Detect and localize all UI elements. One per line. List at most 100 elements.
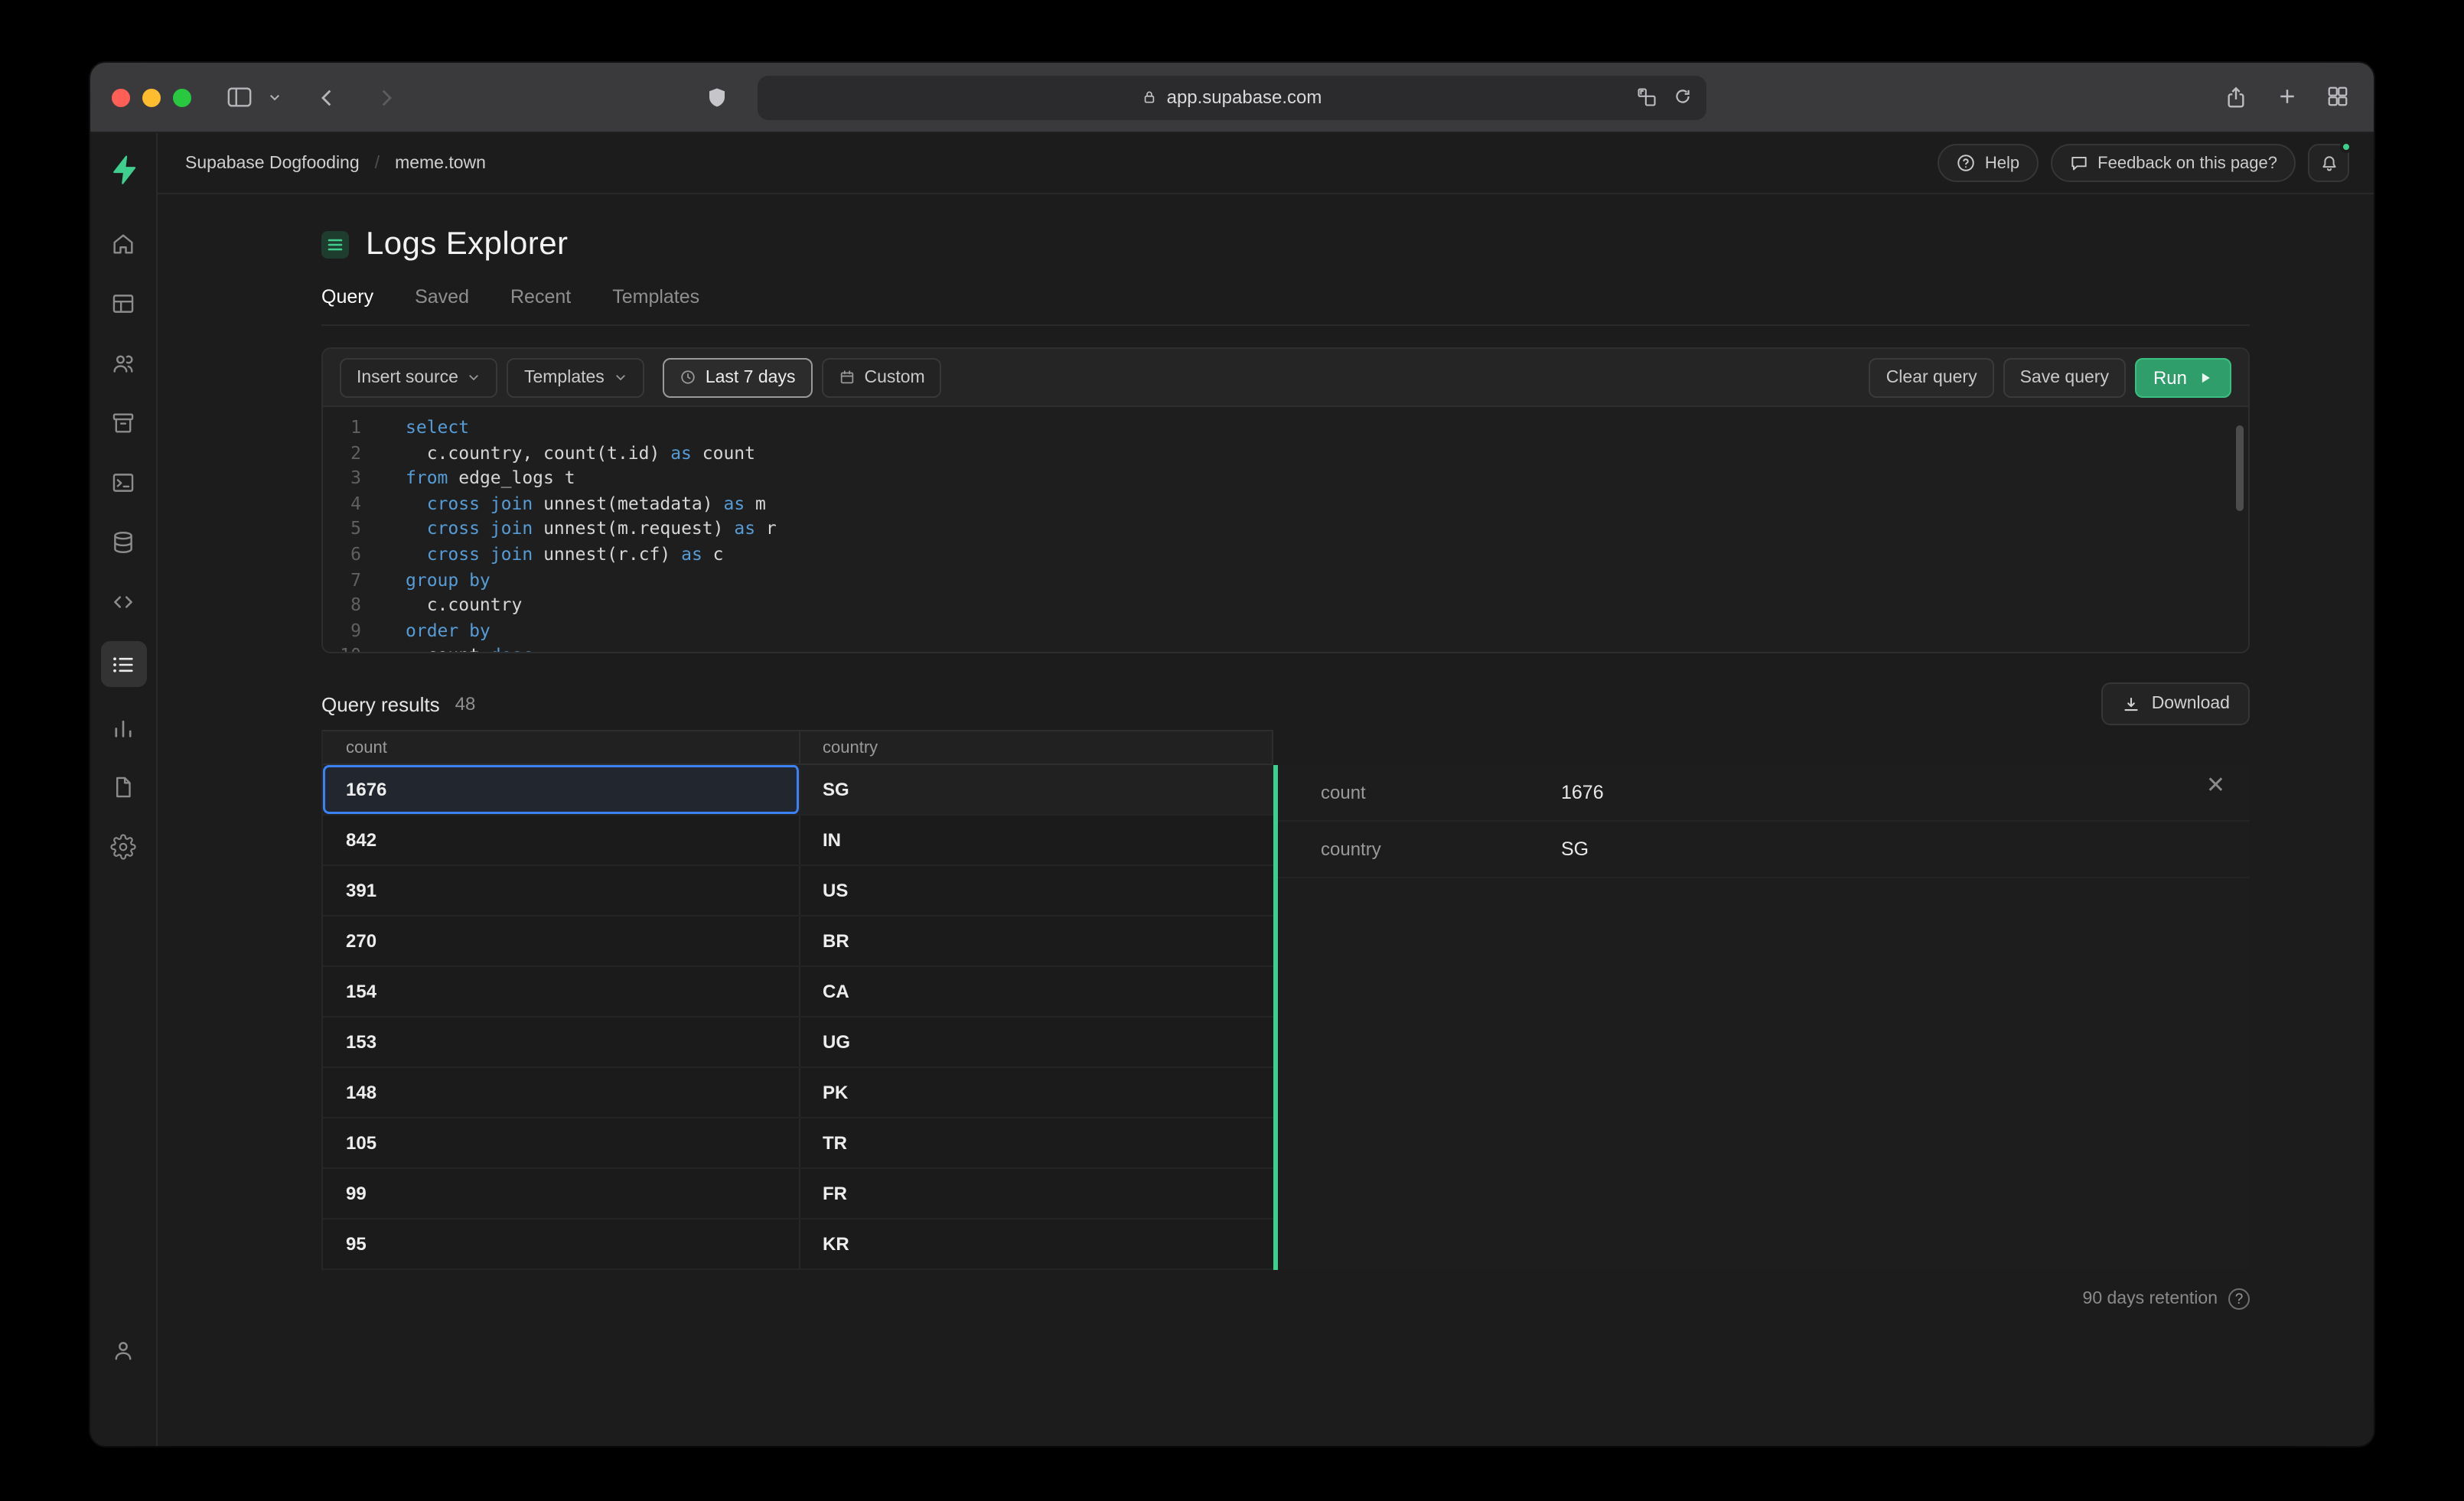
line-number: 7	[350, 568, 361, 591]
retention-help-icon[interactable]: ?	[2228, 1288, 2250, 1310]
table-row[interactable]: 99 FR	[323, 1169, 1273, 1219]
sidebar-item-logs[interactable]	[100, 641, 146, 687]
cell-country[interactable]: PK	[800, 1068, 1273, 1117]
cell-country[interactable]: IN	[800, 816, 1273, 864]
privacy-shield-icon[interactable]	[706, 84, 728, 110]
cell-count[interactable]: 391	[323, 866, 800, 915]
feedback-label: Feedback on this page?	[2097, 154, 2277, 172]
code-line: cross join unnest(metadata) as m	[426, 492, 766, 514]
sidebar-item-settings[interactable]	[103, 826, 143, 866]
tab-recent[interactable]: Recent	[510, 286, 571, 308]
back-button[interactable]	[311, 80, 344, 114]
tab-overview-icon[interactable]	[2326, 84, 2349, 110]
tab-templates[interactable]: Templates	[612, 286, 699, 308]
table-row[interactable]: 842 IN	[323, 816, 1273, 866]
sidebar-item-functions[interactable]	[103, 581, 143, 621]
query-editor-card: Insert source Templates Last 7 days Cust…	[321, 347, 2250, 653]
notification-dot	[2340, 141, 2352, 153]
help-button[interactable]: Help	[1937, 144, 2039, 182]
close-window-button[interactable]	[112, 88, 130, 106]
breadcrumb-project[interactable]: meme.town	[395, 154, 486, 172]
sidebar-item-auth[interactable]	[103, 343, 143, 383]
download-label: Download	[2151, 695, 2230, 713]
cell-count[interactable]: 842	[323, 816, 800, 864]
cell-count[interactable]: 154	[323, 967, 800, 1016]
zoom-window-button[interactable]	[173, 88, 191, 106]
table-row[interactable]: 154 CA	[323, 967, 1273, 1017]
insert-source-button[interactable]: Insert source	[340, 357, 498, 397]
column-header-country[interactable]: country	[800, 731, 1273, 764]
account-icon[interactable]	[103, 1330, 143, 1369]
cell-count[interactable]: 270	[323, 917, 800, 965]
address-bar[interactable]: app.supabase.com	[758, 75, 1706, 119]
cell-count[interactable]: 148	[323, 1068, 800, 1117]
sidebar-item-api-docs[interactable]	[103, 767, 143, 806]
reload-icon[interactable]	[1673, 86, 1693, 108]
cell-country[interactable]: TR	[800, 1118, 1273, 1167]
cell-count[interactable]: 1676	[323, 765, 800, 814]
line-number: 9	[350, 619, 361, 641]
cell-country[interactable]: CA	[800, 967, 1273, 1016]
app-header: Supabase Dogfooding / meme.town Help Fee…	[158, 133, 2374, 194]
sidebar-item-table-editor[interactable]	[103, 283, 143, 323]
close-icon[interactable]: ✕	[2206, 774, 2225, 797]
table-row[interactable]: 153 UG	[323, 1017, 1273, 1068]
line-number: 5	[350, 517, 361, 539]
save-query-button[interactable]: Save query	[2003, 357, 2126, 397]
cell-country[interactable]: KR	[800, 1219, 1273, 1268]
cell-country[interactable]: UG	[800, 1017, 1273, 1066]
cell-count[interactable]: 105	[323, 1118, 800, 1167]
breadcrumb-org[interactable]: Supabase Dogfooding	[185, 154, 360, 172]
cell-count[interactable]: 95	[323, 1219, 800, 1268]
editor-scrollbar[interactable]	[2236, 425, 2244, 511]
table-row[interactable]: 1676 SG	[323, 765, 1273, 816]
sidebar-toggle-icon[interactable]	[222, 81, 257, 113]
line-number: 2	[350, 441, 361, 464]
last-7-days-button[interactable]: Last 7 days	[662, 357, 813, 397]
cell-country[interactable]: US	[800, 866, 1273, 915]
feedback-button[interactable]: Feedback on this page?	[2050, 144, 2296, 182]
new-tab-icon[interactable]	[2276, 84, 2299, 110]
sidebar-item-database[interactable]	[103, 522, 143, 562]
sidebar-item-reports[interactable]	[103, 707, 143, 747]
translate-icon[interactable]	[1636, 86, 1657, 108]
sidebar-item-storage[interactable]	[103, 402, 143, 442]
table-row[interactable]: 95 KR	[323, 1219, 1273, 1270]
custom-range-button[interactable]: Custom	[821, 357, 942, 397]
table-row[interactable]: 391 US	[323, 866, 1273, 917]
tab-saved[interactable]: Saved	[415, 286, 469, 308]
clear-query-label: Clear query	[1885, 368, 1977, 386]
tab-query[interactable]: Query	[321, 286, 373, 308]
clear-query-button[interactable]: Clear query	[1869, 357, 1994, 397]
share-icon[interactable]	[2224, 84, 2248, 110]
line-number: 8	[350, 594, 361, 616]
sidebar-item-home[interactable]	[103, 223, 143, 263]
cell-country[interactable]: SG	[800, 765, 1273, 814]
minimize-window-button[interactable]	[142, 88, 161, 106]
cell-country[interactable]: BR	[800, 917, 1273, 965]
table-row[interactable]: 270 BR	[323, 917, 1273, 967]
bell-icon	[2318, 152, 2339, 174]
forward-button[interactable]	[369, 80, 403, 114]
templates-button[interactable]: Templates	[507, 357, 644, 397]
cell-count[interactable]: 99	[323, 1169, 800, 1218]
code-line: c.country, count(t.id) as count	[406, 441, 755, 464]
supabase-logo[interactable]	[106, 153, 140, 187]
run-button[interactable]: Run	[2134, 357, 2231, 397]
column-header-count[interactable]: count	[323, 731, 800, 764]
line-numbers: 1 2 3 4 5 6 7 8 9 10	[323, 415, 381, 652]
lock-icon	[1142, 88, 1158, 106]
download-button[interactable]: Download	[2101, 682, 2250, 725]
chevron-down-icon[interactable]	[263, 86, 286, 109]
table-body: 1676 SG 842 IN 391 US 270 BR 154 CA 153 UG 148 PK 105 T…	[323, 765, 1273, 1270]
table-row[interactable]: 148 PK	[323, 1068, 1273, 1118]
cell-count[interactable]: 153	[323, 1017, 800, 1066]
cell-country[interactable]: FR	[800, 1169, 1273, 1218]
notifications-button[interactable]	[2308, 141, 2352, 182]
sql-editor[interactable]: 1 2 3 4 5 6 7 8 9 10 select c.country, count(t.id…	[323, 407, 2248, 652]
table-row[interactable]: 105 TR	[323, 1118, 1273, 1169]
code-line: from edge_logs t	[406, 467, 575, 489]
sidebar-item-sql-editor[interactable]	[103, 462, 143, 502]
line-number: 6	[350, 542, 361, 565]
results-count: 48	[455, 693, 476, 715]
